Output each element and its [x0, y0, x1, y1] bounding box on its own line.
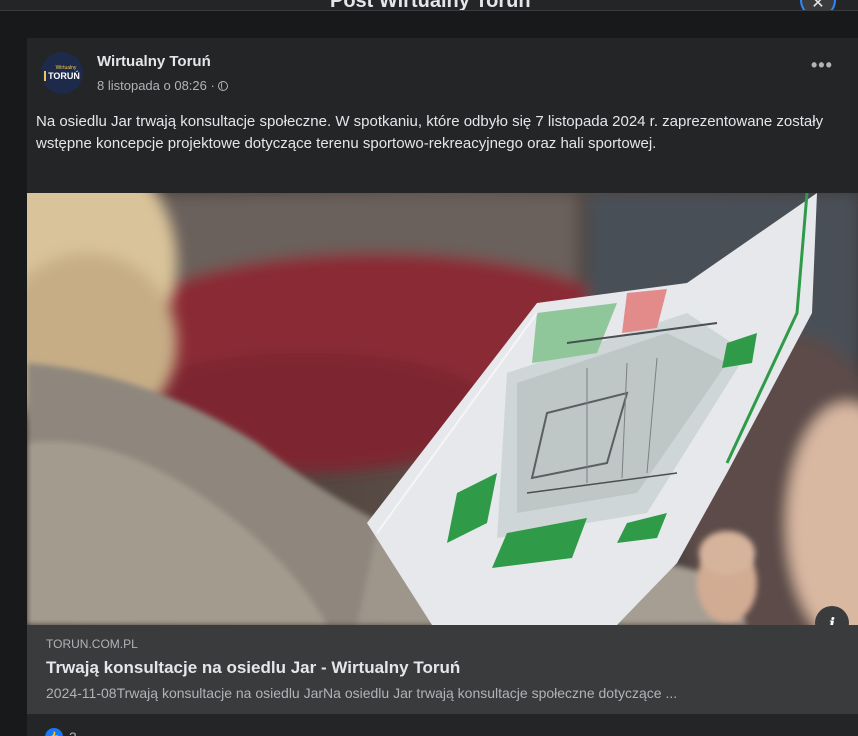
- photo-illustration: [27, 193, 858, 625]
- avatar[interactable]: Wirtualny TORUŃ: [41, 52, 83, 94]
- more-options-icon[interactable]: •••: [811, 56, 833, 74]
- reaction-summary[interactable]: 👍 3: [45, 728, 77, 736]
- post-viewer: Post Wirtualny Toruń ✕ Wirtualny TORUŃ W…: [0, 0, 858, 736]
- post-dialog-header: Post Wirtualny Toruń ✕: [0, 0, 858, 11]
- link-title[interactable]: Trwają konsultacje na osiedlu Jar - Wirt…: [46, 658, 460, 678]
- avatar-logo-text: TORUŃ: [44, 71, 80, 81]
- like-icon: 👍: [45, 728, 63, 736]
- post-timestamp[interactable]: 8 listopada o 08:26 ·: [97, 78, 215, 93]
- link-domain: TORUN.COM.PL: [46, 637, 138, 651]
- link-preview[interactable]: TORUN.COM.PL Trwają konsultacje na osied…: [27, 625, 858, 714]
- close-icon: ✕: [811, 0, 825, 11]
- post-author[interactable]: Wirtualny Toruń: [97, 53, 211, 70]
- dialog-title: Post Wirtualny Toruń: [330, 0, 531, 11]
- reaction-count[interactable]: 3: [69, 729, 77, 736]
- close-button[interactable]: ✕: [800, 0, 836, 11]
- post-card: Wirtualny TORUŃ Wirtualny Toruń 8 listop…: [27, 38, 858, 736]
- post-text: Na osiedlu Jar trwają konsultacje społec…: [36, 113, 824, 152]
- globe-icon: [217, 80, 228, 91]
- post-meta: 8 listopada o 08:26 ·: [97, 78, 228, 93]
- post-image[interactable]: [27, 193, 858, 625]
- link-description: 2024-11-08Trwają konsultacje na osiedlu …: [46, 685, 678, 701]
